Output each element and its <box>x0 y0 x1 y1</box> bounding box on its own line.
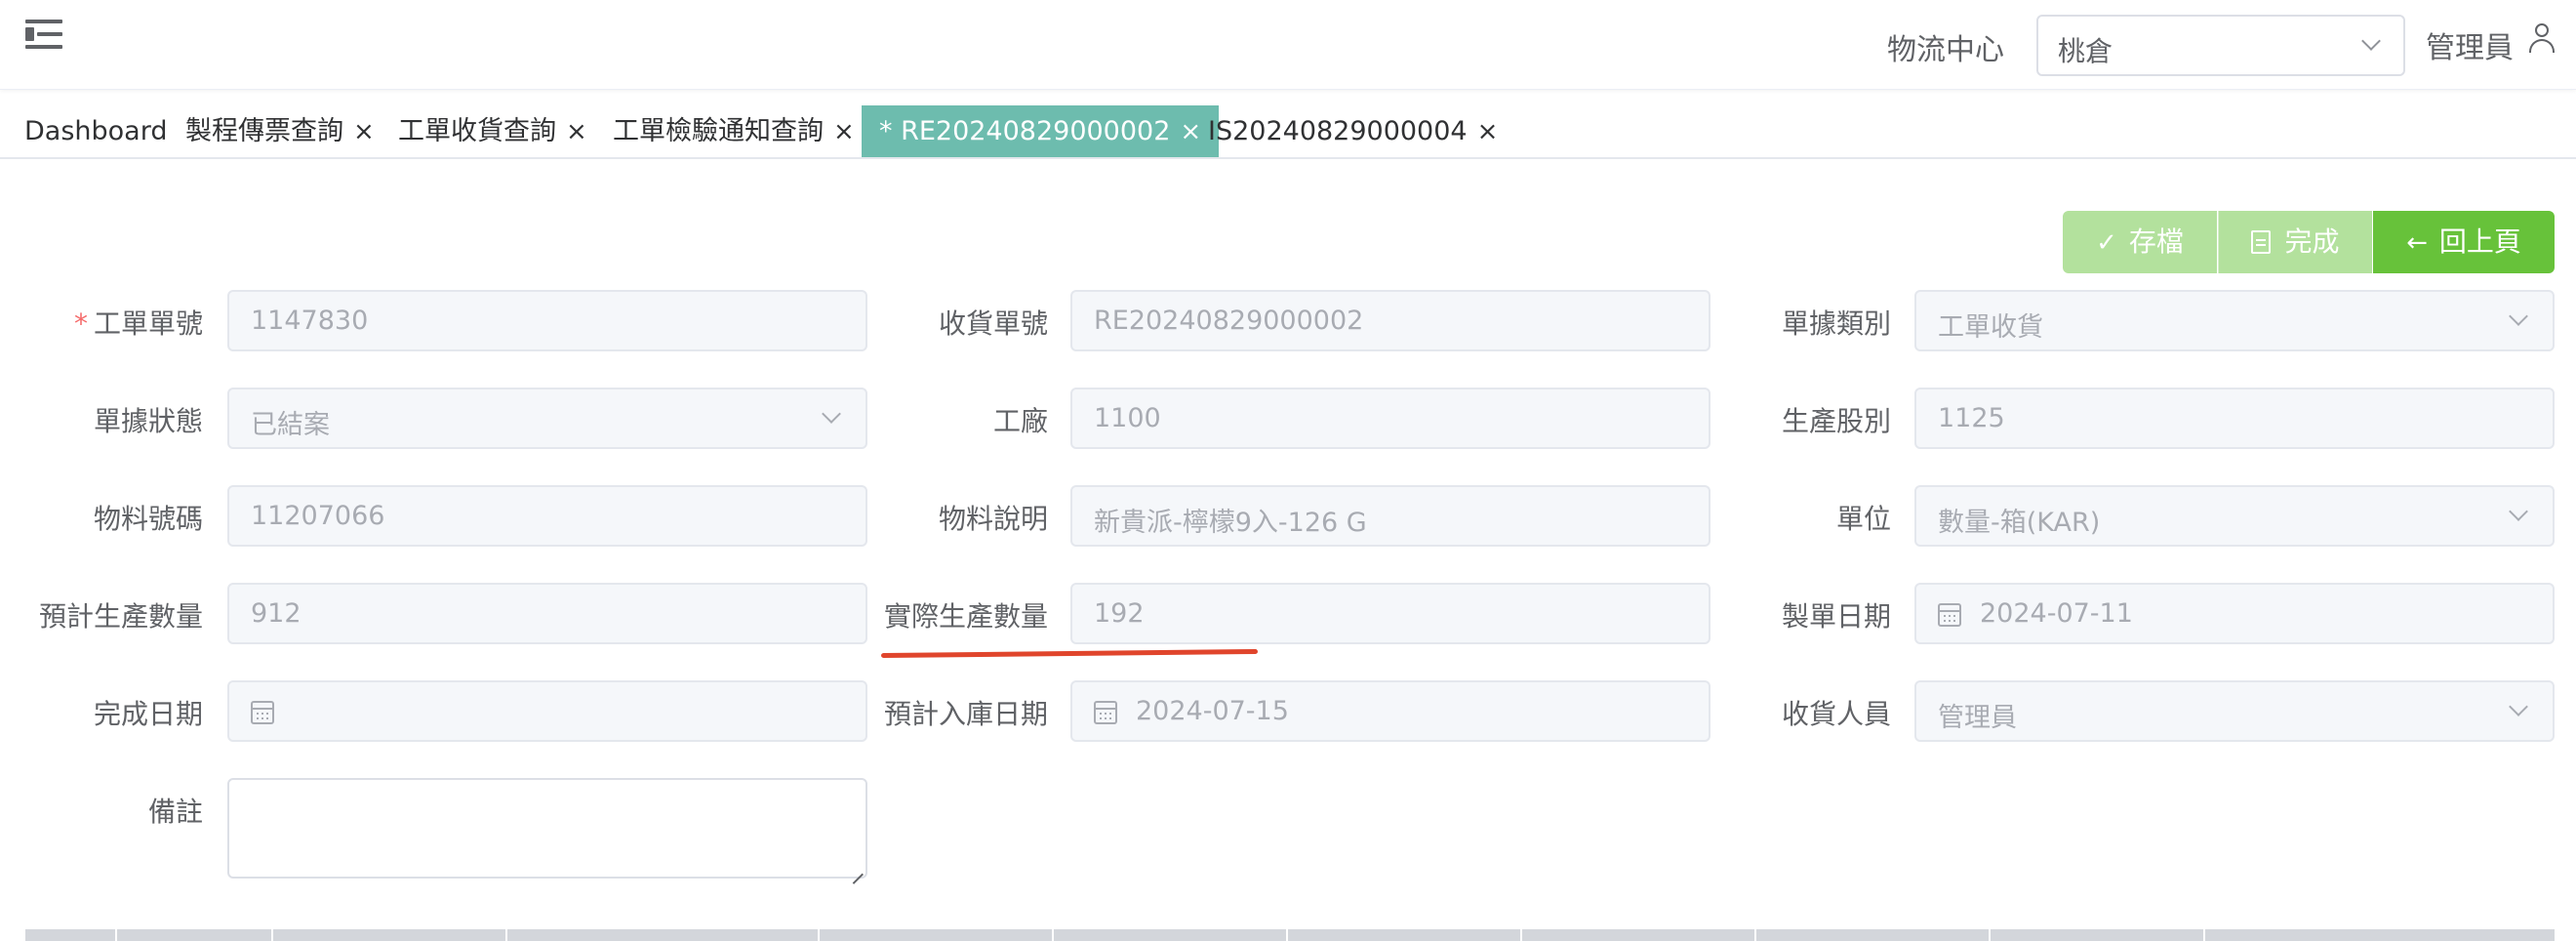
receiver-label: 收貨人員 <box>1781 698 1891 730</box>
unit-label: 單位 <box>1835 503 1891 535</box>
close-icon[interactable]: × <box>833 106 855 158</box>
material-desc-value: 新貴派-檸檬9入-126 G <box>1094 508 1367 538</box>
remarks-textarea[interactable] <box>227 778 867 879</box>
back-button-label: 回上頁 <box>2438 225 2521 258</box>
tab-bar: Dashboard 製程傳票查詢 × 工單收貨查詢 × 工單檢驗通知查詢 × * RE… <box>0 105 2576 159</box>
actual-qty-label: 實際生產數量 <box>883 600 1048 633</box>
expected-stock-date-picker[interactable]: 2024-07-15 <box>1070 680 1711 742</box>
calendar-icon <box>1094 701 1117 724</box>
calendar-icon <box>251 701 274 724</box>
chevron-down-icon <box>2509 502 2528 521</box>
work-order-no-label-text: 工單單號 <box>93 307 203 340</box>
tab-label: 工單收貨查詢 <box>398 116 556 146</box>
material-desc-label: 物料說明 <box>938 503 1048 535</box>
table-header <box>25 929 2555 941</box>
order-date-picker[interactable]: 2024-07-11 <box>1914 583 2555 644</box>
resize-handle-icon[interactable] <box>852 863 864 875</box>
order-date-label: 製單日期 <box>1781 600 1891 633</box>
document-icon <box>2251 230 2272 254</box>
material-no-field[interactable]: 11207066 <box>227 485 867 547</box>
material-desc-field[interactable]: 新貴派-檸檬9入-126 G <box>1070 485 1711 547</box>
close-icon[interactable]: × <box>1477 106 1499 158</box>
work-order-no-label: * 工單單號 <box>39 303 203 342</box>
chevron-down-icon <box>2361 31 2381 51</box>
doc-status-select[interactable]: 已結案 <box>227 388 867 449</box>
back-button[interactable]: ← 回上頁 <box>2373 211 2555 273</box>
work-order-no-value: 1147830 <box>251 306 369 336</box>
annotation-underline <box>880 648 1259 659</box>
actual-qty-field[interactable]: 192 <box>1070 583 1711 644</box>
work-order-no-field[interactable]: 1147830 <box>227 290 867 351</box>
tab-label: * RE20240829000002 <box>879 116 1171 146</box>
close-icon[interactable]: × <box>353 106 375 158</box>
top-header: 物流中心 桃倉 管理員 <box>0 0 2576 90</box>
order-date-value: 2024-07-11 <box>1980 598 2133 629</box>
doc-status-label: 單據狀態 <box>93 405 203 437</box>
planned-qty-field[interactable]: 912 <box>227 583 867 644</box>
tab-label: IS20240829000004 <box>1208 116 1468 146</box>
plant-label: 工廠 <box>992 405 1048 437</box>
done-button-label: 完成 <box>2284 225 2340 258</box>
logistics-center-value: 桃倉 <box>2058 35 2113 67</box>
receipt-no-field[interactable]: RE20240829000002 <box>1070 290 1711 351</box>
doc-type-select[interactable]: 工單收貨 <box>1914 290 2555 351</box>
user-name[interactable]: 管理員 <box>2426 23 2514 66</box>
required-mark: * <box>73 307 88 340</box>
doc-type-label: 單據類別 <box>1781 307 1891 340</box>
doc-status-value: 已結案 <box>251 410 330 440</box>
tab-inspection-notice-query[interactable]: 工單檢驗通知查詢 × <box>613 105 855 157</box>
prod-group-value: 1125 <box>1938 403 2005 433</box>
actual-qty-value: 192 <box>1094 598 1145 629</box>
chevron-down-icon <box>822 404 841 424</box>
tab-label: 製程傳票查詢 <box>185 116 343 146</box>
plant-value: 1100 <box>1094 403 1161 433</box>
receiver-select[interactable]: 管理員 <box>1914 680 2555 742</box>
tab-is20240829000004[interactable]: IS20240829000004 × <box>1208 105 1498 157</box>
calendar-icon <box>1938 603 1961 627</box>
chevron-down-icon <box>2509 307 2528 326</box>
tab-work-order-receipt-query[interactable]: 工單收貨查詢 × <box>398 105 587 157</box>
tab-label: Dashboard <box>24 116 168 146</box>
material-no-value: 11207066 <box>251 501 385 531</box>
receipt-no-label: 收貨單號 <box>938 307 1048 340</box>
receipt-no-value: RE20240829000002 <box>1094 306 1364 336</box>
logistics-center-label: 物流中心 <box>1887 33 2004 67</box>
unit-select[interactable]: 數量-箱(KAR) <box>1914 485 2555 547</box>
prod-group-field[interactable]: 1125 <box>1914 388 2555 449</box>
planned-qty-label: 預計生產數量 <box>38 600 203 633</box>
tab-process-ticket-query[interactable]: 製程傳票查詢 × <box>185 105 375 157</box>
remarks-label: 備註 <box>147 796 203 828</box>
plant-field[interactable]: 1100 <box>1070 388 1711 449</box>
arrow-left-icon: ← <box>2406 228 2428 258</box>
finish-date-label: 完成日期 <box>93 698 203 730</box>
chevron-down-icon <box>2509 697 2528 716</box>
logistics-center-select[interactable]: 桃倉 <box>2036 15 2405 76</box>
check-icon: ✓ <box>2096 228 2117 258</box>
unit-value: 數量-箱(KAR) <box>1938 508 2101 538</box>
tab-label: 工單檢驗通知查詢 <box>613 116 824 146</box>
close-icon[interactable]: × <box>1180 106 1201 158</box>
finish-date-picker[interactable] <box>227 680 867 742</box>
menu-collapse-icon[interactable] <box>25 20 62 51</box>
tab-re20240829000002[interactable]: * RE20240829000002 × <box>862 105 1220 158</box>
expected-stock-date-label: 預計入庫日期 <box>883 698 1048 730</box>
user-icon[interactable] <box>2529 23 2555 53</box>
save-button-label: 存檔 <box>2128 225 2184 258</box>
material-no-label: 物料號碼 <box>93 503 203 535</box>
prod-group-label: 生產股別 <box>1781 405 1891 437</box>
doc-type-value: 工單收貨 <box>1938 312 2043 343</box>
close-icon[interactable]: × <box>566 106 587 158</box>
tab-dashboard[interactable]: Dashboard <box>24 105 167 157</box>
receiver-value: 管理員 <box>1938 703 2017 733</box>
save-button[interactable]: ✓ 存檔 <box>2063 211 2217 273</box>
expected-stock-date-value: 2024-07-15 <box>1136 696 1289 726</box>
done-button[interactable]: 完成 <box>2218 211 2372 273</box>
planned-qty-value: 912 <box>251 598 302 629</box>
